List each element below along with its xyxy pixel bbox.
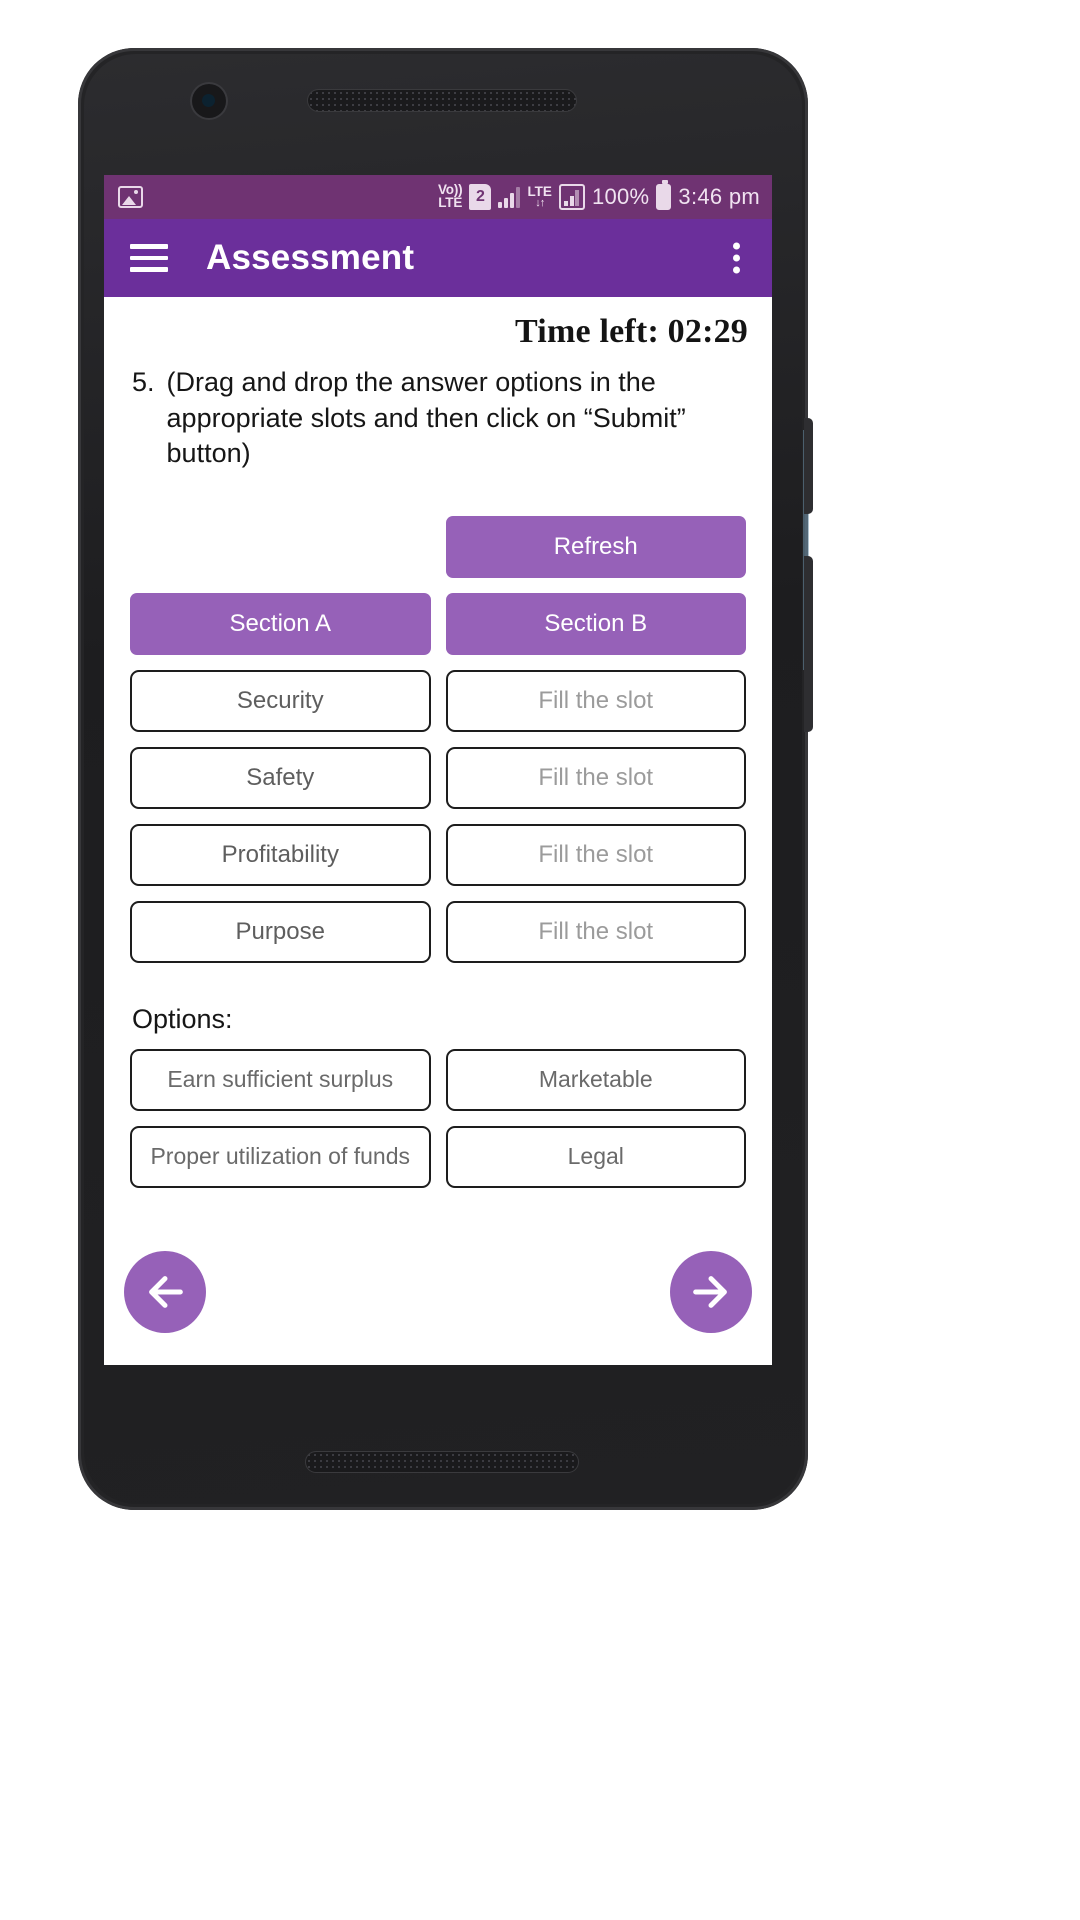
section-b-slot-1[interactable]: Fill the slot [445, 669, 746, 732]
lte-label: LTE [527, 183, 552, 199]
refresh-button[interactable]: Refresh [445, 515, 746, 578]
table-row: Profitability Fill the slot [130, 823, 746, 886]
section-a-item-1[interactable]: Security [130, 669, 431, 732]
section-a-item-3[interactable]: Profitability [130, 823, 431, 886]
options-label: Options: [132, 1003, 233, 1034]
power-button[interactable] [804, 418, 813, 514]
option-marketable[interactable]: Marketable [445, 1048, 746, 1111]
previous-question-button[interactable] [124, 1251, 206, 1333]
lte-data-icon: LTE ↓↑ [527, 185, 552, 210]
secondary-signal-icon [558, 184, 585, 210]
section-header-row: Section A Section B [130, 592, 746, 655]
more-vertical-icon[interactable] [733, 238, 740, 279]
earpiece-speaker [308, 90, 576, 111]
section-b-header[interactable]: Section B [445, 592, 746, 655]
image-icon [118, 186, 143, 208]
option-proper-utilization-of-funds[interactable]: Proper utilization of funds [130, 1125, 431, 1188]
question-number: 5. [132, 367, 155, 397]
section-b-slot-3[interactable]: Fill the slot [445, 823, 746, 886]
table-row: Purpose Fill the slot [130, 900, 746, 963]
page-title: Assessment [206, 238, 415, 277]
signal-bars-icon [498, 186, 521, 208]
front-camera-icon [192, 84, 226, 118]
data-arrows-icon: ↓↑ [535, 197, 545, 210]
phone-screen: Vo)) LTE 2 LTE ↓↑ 100% 3:46 pm Assessmen… [104, 175, 772, 1365]
assessment-content: Time left: 02:29 5. (Drag and drop the a… [104, 297, 772, 1365]
question-block: 5. (Drag and drop the answer options in … [124, 357, 752, 472]
sim-card-icon: 2 [469, 184, 492, 210]
refresh-row: Refresh [130, 515, 746, 578]
status-bar-right: Vo)) LTE 2 LTE ↓↑ 100% 3:46 pm [438, 180, 760, 210]
section-a-item-4[interactable]: Purpose [130, 900, 431, 963]
hamburger-menu-icon[interactable] [130, 237, 168, 279]
section-b-slot-4[interactable]: Fill the slot [445, 900, 746, 963]
status-bar-left [118, 186, 438, 208]
options-grid: Earn sufficient surplus Marketable Prope… [124, 1048, 752, 1188]
option-legal[interactable]: Legal [445, 1125, 746, 1188]
volte-icon: Vo)) LTE [438, 183, 463, 210]
drag-drop-grid: Refresh Section A Section B Security Fil… [124, 515, 752, 963]
time-left-label: Time left: 02:29 [515, 313, 748, 350]
arrow-right-icon [693, 1276, 727, 1308]
table-row: Security Fill the slot [130, 669, 746, 732]
battery-percent-label: 100% [591, 184, 650, 209]
section-a-item-2[interactable]: Safety [130, 746, 431, 809]
screenshot-root: Vo)) LTE 2 LTE ↓↑ 100% 3:46 pm Assessmen… [0, 0, 1080, 1920]
question-text: (Drag and drop the answer options in the… [166, 367, 686, 469]
refresh-row-spacer [130, 516, 431, 578]
table-row: Safety Fill the slot [130, 746, 746, 809]
status-bar: Vo)) LTE 2 LTE ↓↑ 100% 3:46 pm [104, 175, 772, 219]
bottom-speaker-grille [306, 1452, 578, 1472]
section-b-slot-2[interactable]: Fill the slot [445, 746, 746, 809]
arrow-left-icon [149, 1276, 183, 1308]
clock-label: 3:46 pm [678, 184, 760, 209]
app-bar: Assessment [104, 219, 772, 297]
volume-button[interactable] [804, 556, 813, 732]
option-earn-sufficient-surplus[interactable]: Earn sufficient surplus [130, 1048, 431, 1111]
option-row: Earn sufficient surplus Marketable [130, 1048, 746, 1111]
volte-line-2: LTE [438, 195, 463, 210]
option-row: Proper utilization of funds Legal [130, 1125, 746, 1188]
section-a-header[interactable]: Section A [130, 592, 431, 655]
battery-icon [656, 180, 672, 210]
next-question-button[interactable] [670, 1251, 752, 1333]
